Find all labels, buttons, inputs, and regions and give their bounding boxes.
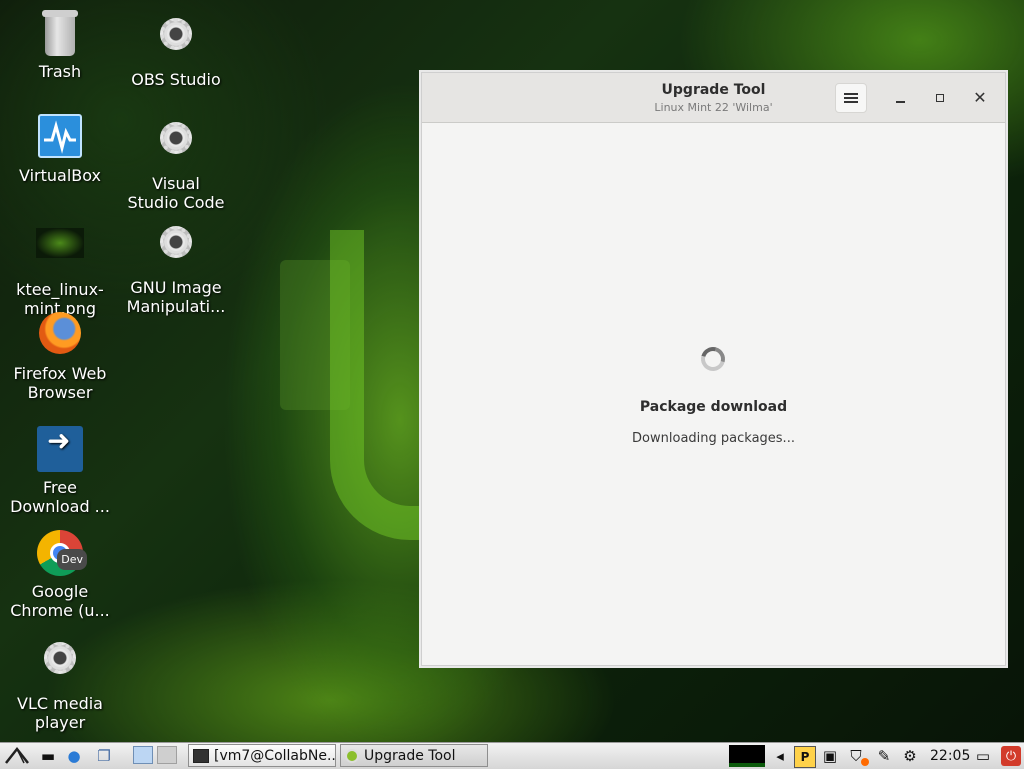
trash-icon [36,10,84,58]
desktop-icon-vscode[interactable]: Visual Studio Code [118,114,234,212]
upgrade-tool-window: Upgrade Tool Linux Mint 22 'Wilma' ✕ Pac… [421,72,1006,666]
desktop-icon-virtualbox[interactable]: VirtualBox [2,114,118,185]
workspace-2[interactable] [157,746,177,764]
notification-dot [861,758,869,766]
download-manager-icon [36,426,84,474]
dev-badge: Dev [57,549,87,570]
desktop-icon-label: Google Chrome (u... [10,582,110,620]
taskbar-task-upgrade-tool[interactable]: Upgrade Tool [340,744,488,767]
taskbar: ▬ ● ❐ [vm7@CollabNe... Upgrade Tool ◂ P … [0,742,1024,769]
image-file-icon [36,228,84,276]
globe-icon: ● [67,747,81,765]
gear-icon [152,226,200,274]
window-switcher-button[interactable]: ❐ [94,746,114,766]
desktop-icon-ktee-png[interactable]: ktee_linux- mint.png [2,218,118,318]
network-icon[interactable]: ◂ [770,746,790,766]
windows-icon: ❐ [97,747,111,765]
desktop-icon-gimp[interactable]: GNU Image Manipulati... [118,218,234,316]
desktop-icon-label: Visual Studio Code [127,174,225,212]
close-button[interactable]: ✕ [964,83,996,113]
cpu-graph[interactable] [729,745,765,767]
p-icon[interactable]: P [794,746,816,768]
window-subtitle: Linux Mint 22 'Wilma' [654,101,773,114]
task-label: Upgrade Tool [364,747,456,764]
power-icon[interactable]: ⏻ [1001,746,1021,766]
clipboard-icon[interactable]: ▣ [820,746,840,766]
firefox-icon [36,312,84,360]
minimize-icon [895,101,905,103]
window-title: Upgrade Tool [661,82,766,98]
task-label: [vm7@CollabNe... [214,747,336,764]
mint-icon [345,748,359,763]
step-status: Downloading packages... [632,431,795,446]
desktop-icon-label: Trash [38,62,82,81]
menu-button[interactable] [835,83,867,113]
gear-icon [36,642,84,690]
hamburger-icon [844,93,858,103]
minimize-button[interactable] [884,83,916,113]
maximize-button[interactable] [924,83,956,113]
gear-icon [152,18,200,66]
desktop-icon-google-chrome[interactable]: Dev Google Chrome (u... [2,530,118,620]
desktop-icon: ▬ [40,747,56,765]
start-menu-icon [5,746,29,764]
desktop-icon-label: OBS Studio [131,70,221,89]
loading-spinner-icon [696,342,730,376]
start-menu-button[interactable] [4,745,30,765]
desktop-icon-label: VirtualBox [18,166,102,185]
terminal-icon [193,748,209,763]
desktop-icon-vlc[interactable]: VLC media player [2,634,118,732]
desktop-icon-label: VLC media player [17,694,103,732]
browser-launcher[interactable]: ● [64,746,84,766]
usb-icon[interactable]: ✎ [874,746,894,766]
desktop-icon-label: Firefox Web Browser [13,364,107,402]
desktop-icon-free-download-manager[interactable]: Free Download ... [2,426,118,516]
window-titlebar[interactable]: Upgrade Tool Linux Mint 22 'Wilma' ✕ [422,73,1005,123]
desktop-icon-obs-studio[interactable]: OBS Studio [118,10,234,89]
workspace-1[interactable] [133,746,153,764]
taskbar-task-terminal[interactable]: [vm7@CollabNe... [188,744,336,767]
display-icon[interactable]: ▭ [973,746,993,766]
desktop-icon-label: Free Download ... [10,478,110,516]
show-desktop-button[interactable]: ▬ [38,746,58,766]
step-title: Package download [639,399,788,415]
desktop-icon-trash[interactable]: Trash [2,10,118,81]
virtualbox-icon [36,114,84,162]
clock[interactable]: 22:05 [930,748,970,764]
desktop-icon-label: GNU Image Manipulati... [126,278,226,316]
window-content: Package download Downloading packages... [426,125,1001,661]
gear-icon [152,122,200,170]
desktop-icon-firefox[interactable]: Firefox Web Browser [2,312,118,402]
gear-icon[interactable]: ⚙ [900,746,920,766]
maximize-icon [936,94,944,102]
chrome-icon: Dev [36,530,87,578]
close-icon: ✕ [973,88,987,107]
